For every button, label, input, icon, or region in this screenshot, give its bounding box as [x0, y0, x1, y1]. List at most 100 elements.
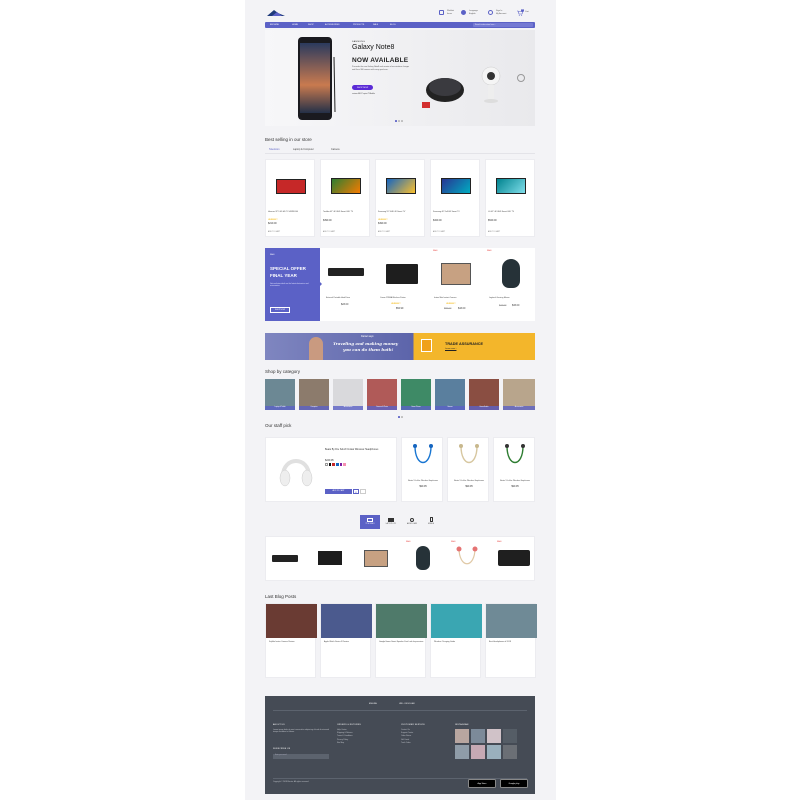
strip-product-image[interactable] [272, 555, 298, 562]
offer-shop-button[interactable]: SHOP NOW [270, 307, 290, 313]
blog-post-title[interactable]: Google Home Smart Speaker First Look Imp… [379, 641, 425, 643]
staff-product-card[interactable]: Beats X In-Ear Wireless Earphones $99.95 [447, 437, 489, 502]
featured-product-card[interactable]: Beats By Dre Solo3 On-Ear Wireless Headp… [265, 437, 397, 502]
add-to-cart-button[interactable]: ADD TO CART [323, 231, 335, 233]
tab-audio-hifi[interactable]: AUDIO & HIFI [402, 515, 422, 529]
slider-next-arrow[interactable] [517, 74, 525, 82]
footer-link[interactable]: Site Map [337, 742, 353, 745]
google-play-button[interactable]: Google play [500, 779, 528, 788]
product-card[interactable]: Samsung 55" UHD 4K Smart TV ★★★★☆ $499.0… [375, 159, 425, 237]
nav-item-home[interactable]: HOME [292, 24, 298, 26]
blog-post-title[interactable]: Wireless Charging Guide [434, 641, 480, 643]
nav-item-browse[interactable]: BROWSE [270, 24, 279, 26]
category-tile[interactable]: Smart Phone [401, 379, 431, 410]
nav-item-products[interactable]: PRODUCTS [353, 24, 364, 26]
nav-item-accessories[interactable]: ACCESSORIES [325, 24, 339, 26]
swatch-pink[interactable] [343, 463, 346, 466]
slider-dot-3[interactable] [401, 120, 403, 122]
footer-language-select[interactable]: ENGLISH [369, 703, 377, 705]
add-to-cart-button[interactable]: ADD TO CART [488, 231, 500, 233]
store-logo[interactable] [266, 9, 286, 18]
category-tile[interactable]: Laptop & Tablet [265, 379, 295, 410]
product-card[interactable]: Toshiba 43" 4K UHD Smart LED TV $399.00 … [320, 159, 370, 237]
newsletter-email-input[interactable]: Enter your email [273, 754, 329, 759]
staff-product-name[interactable]: Beats X In-Ear Wireless Earphones [404, 480, 442, 482]
blog-post-title[interactable]: Apple Watch Series 3 Review [324, 641, 370, 643]
category-tile[interactable]: Computer [299, 379, 329, 410]
add-to-cart-button[interactable]: ADD TO CART [268, 231, 280, 233]
category-tile[interactable]: Games [435, 379, 465, 410]
blog-card[interactable]: Fujifilm Instax Camera Review [265, 603, 317, 678]
category-tile[interactable]: Accessories [333, 379, 363, 410]
tab-laptop-computer[interactable]: Laptop & Computer [293, 148, 314, 151]
tab-camera[interactable]: Camera [331, 148, 340, 151]
promo-banner[interactable]: Daniel says: Traveling and making money … [265, 333, 535, 360]
add-to-cart-button[interactable]: ADD TO CART [433, 231, 445, 233]
strip-product-image[interactable] [364, 550, 388, 567]
featured-add-to-cart-button[interactable]: ADD TO CART [325, 489, 352, 494]
category-tile[interactable]: Home Audio [469, 379, 499, 410]
instagram-thumb[interactable] [471, 729, 485, 743]
product-card[interactable]: Samsung 40" Full HD Smart TV $329.00 ADD… [430, 159, 480, 237]
product-name[interactable]: LG 49" 4K UHD Smart LED TV [488, 211, 534, 213]
wishlist-heart-icon[interactable]: ♥ [353, 489, 359, 494]
slider-dot-1[interactable] [395, 120, 397, 122]
offer-product-name[interactable]: External Portable Hard Drive [326, 297, 366, 299]
add-to-cart-button[interactable]: ADD TO CART [378, 231, 390, 233]
instagram-thumb[interactable] [503, 745, 517, 759]
hero-shop-button[interactable]: SHOP NOW [352, 85, 374, 90]
strip-product-image[interactable] [318, 551, 342, 565]
compare-icon[interactable] [360, 489, 366, 494]
swatch-purple[interactable] [339, 463, 343, 466]
blog-post-title[interactable]: Best Headphones of 2018 [489, 641, 535, 643]
strip-product-image[interactable] [454, 545, 480, 573]
instagram-thumb[interactable] [471, 745, 485, 759]
instagram-thumb[interactable] [455, 745, 469, 759]
instagram-thumb[interactable] [503, 729, 517, 743]
offer-product-name[interactable]: Canon PIXMA Wireless Printer [380, 297, 424, 299]
blog-card[interactable]: Apple Watch Series 3 Review [320, 603, 372, 678]
product-card[interactable]: Hisense 32" LED HD TV H32B5100 ★★★★☆ $21… [265, 159, 315, 237]
swatch-red[interactable] [332, 463, 335, 466]
tab-laptop-pc[interactable]: LAPTOP & PC [381, 515, 401, 529]
strip-product-image[interactable] [416, 546, 430, 570]
instagram-thumb[interactable] [487, 729, 501, 743]
blog-card[interactable]: Wireless Charging Guide [430, 603, 482, 678]
trade-learn-more-link[interactable]: Learn more › [445, 348, 456, 350]
app-store-button[interactable]: App Store [468, 779, 496, 788]
staff-product-name[interactable]: Beats X In-Ear Wireless Earphones [450, 480, 488, 482]
product-name[interactable]: Samsung 40" Full HD Smart TV [433, 211, 479, 213]
category-dot-2[interactable] [401, 416, 403, 418]
product-name[interactable]: Toshiba 43" 4K UHD Smart LED TV [323, 211, 369, 213]
category-dot-1[interactable] [398, 416, 400, 418]
blog-card[interactable]: Best Headphones of 2018 [485, 603, 537, 678]
product-card[interactable]: LG 49" 4K UHD Smart LED TV $549.00 ADD T… [485, 159, 535, 237]
search-input[interactable]: Search entire store here... [473, 23, 533, 27]
swatch-blue[interactable] [336, 463, 339, 466]
blog-post-title[interactable]: Fujifilm Instax Camera Review [269, 641, 315, 643]
featured-product-name[interactable]: Beats By Dre Solo3 On-Ear Wireless Headp… [325, 448, 393, 451]
nav-item-sale[interactable]: SALE [373, 24, 378, 26]
staff-product-card[interactable]: Beats X In-Ear Wireless Earphones $99.95 [493, 437, 535, 502]
footer-currency-select[interactable]: USD - US DOLLAR [399, 703, 415, 705]
nav-item-shop[interactable]: SHOP [308, 24, 314, 26]
tab-mobile[interactable]: MOBILE [421, 515, 441, 529]
swatch-black[interactable] [328, 463, 332, 466]
staff-product-card[interactable]: Beats X In-Ear Wireless Earphones $99.95 [401, 437, 443, 502]
offer-product-name[interactable]: Logitech Gaming Mouse [489, 297, 533, 299]
strip-product-image[interactable] [498, 550, 530, 566]
blog-card[interactable]: Google Home Smart Speaker First Look Imp… [375, 603, 427, 678]
category-tile[interactable]: Accessories [503, 379, 535, 410]
product-name[interactable]: Hisense 32" LED HD TV H32B5100 [268, 211, 314, 213]
nav-item-blog[interactable]: BLOG [390, 24, 396, 26]
instagram-thumb[interactable] [487, 745, 501, 759]
slider-dot-2[interactable] [398, 120, 400, 122]
staff-product-name[interactable]: Beats X In-Ear Wireless Earphones [496, 480, 534, 482]
instagram-thumb[interactable] [455, 729, 469, 743]
footer-link[interactable]: Track Order [401, 742, 413, 745]
offer-product-name[interactable]: Instax Mini Instant Camera [434, 297, 478, 299]
swatch-white[interactable] [325, 463, 328, 466]
tab-tv-video[interactable]: TV & VIDEO [360, 515, 380, 529]
product-name[interactable]: Samsung 55" UHD 4K Smart TV [378, 211, 424, 213]
category-tile[interactable]: Camera & Photo [367, 379, 397, 410]
